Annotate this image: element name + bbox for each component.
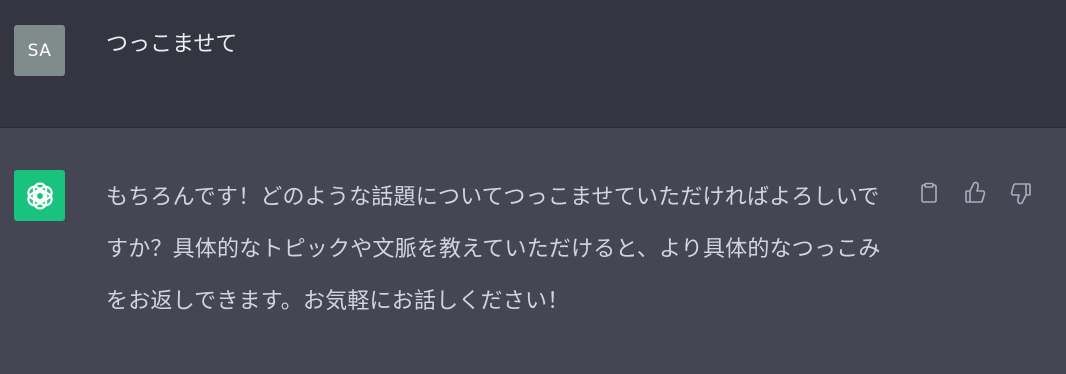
assistant-message-text: もちろんです！どのような話題についてつっこませていただければよろしいですか？具体… [106,185,881,314]
assistant-message-row: もちろんです！どのような話題についてつっこませていただければよろしいですか？具体… [0,128,1066,374]
openai-logo-icon [14,170,65,221]
message-actions [912,176,1038,210]
thumbs-down-icon [1010,183,1031,205]
copy-button[interactable] [912,176,946,210]
thumbs-up-icon [965,181,986,203]
user-message-text: つっこませて [106,32,238,57]
user-avatar: SA [14,25,65,76]
clipboard-icon [921,182,937,203]
dislike-button[interactable] [1004,176,1038,210]
like-button[interactable] [958,176,992,210]
user-message-row: SA つっこませて [0,0,1066,128]
